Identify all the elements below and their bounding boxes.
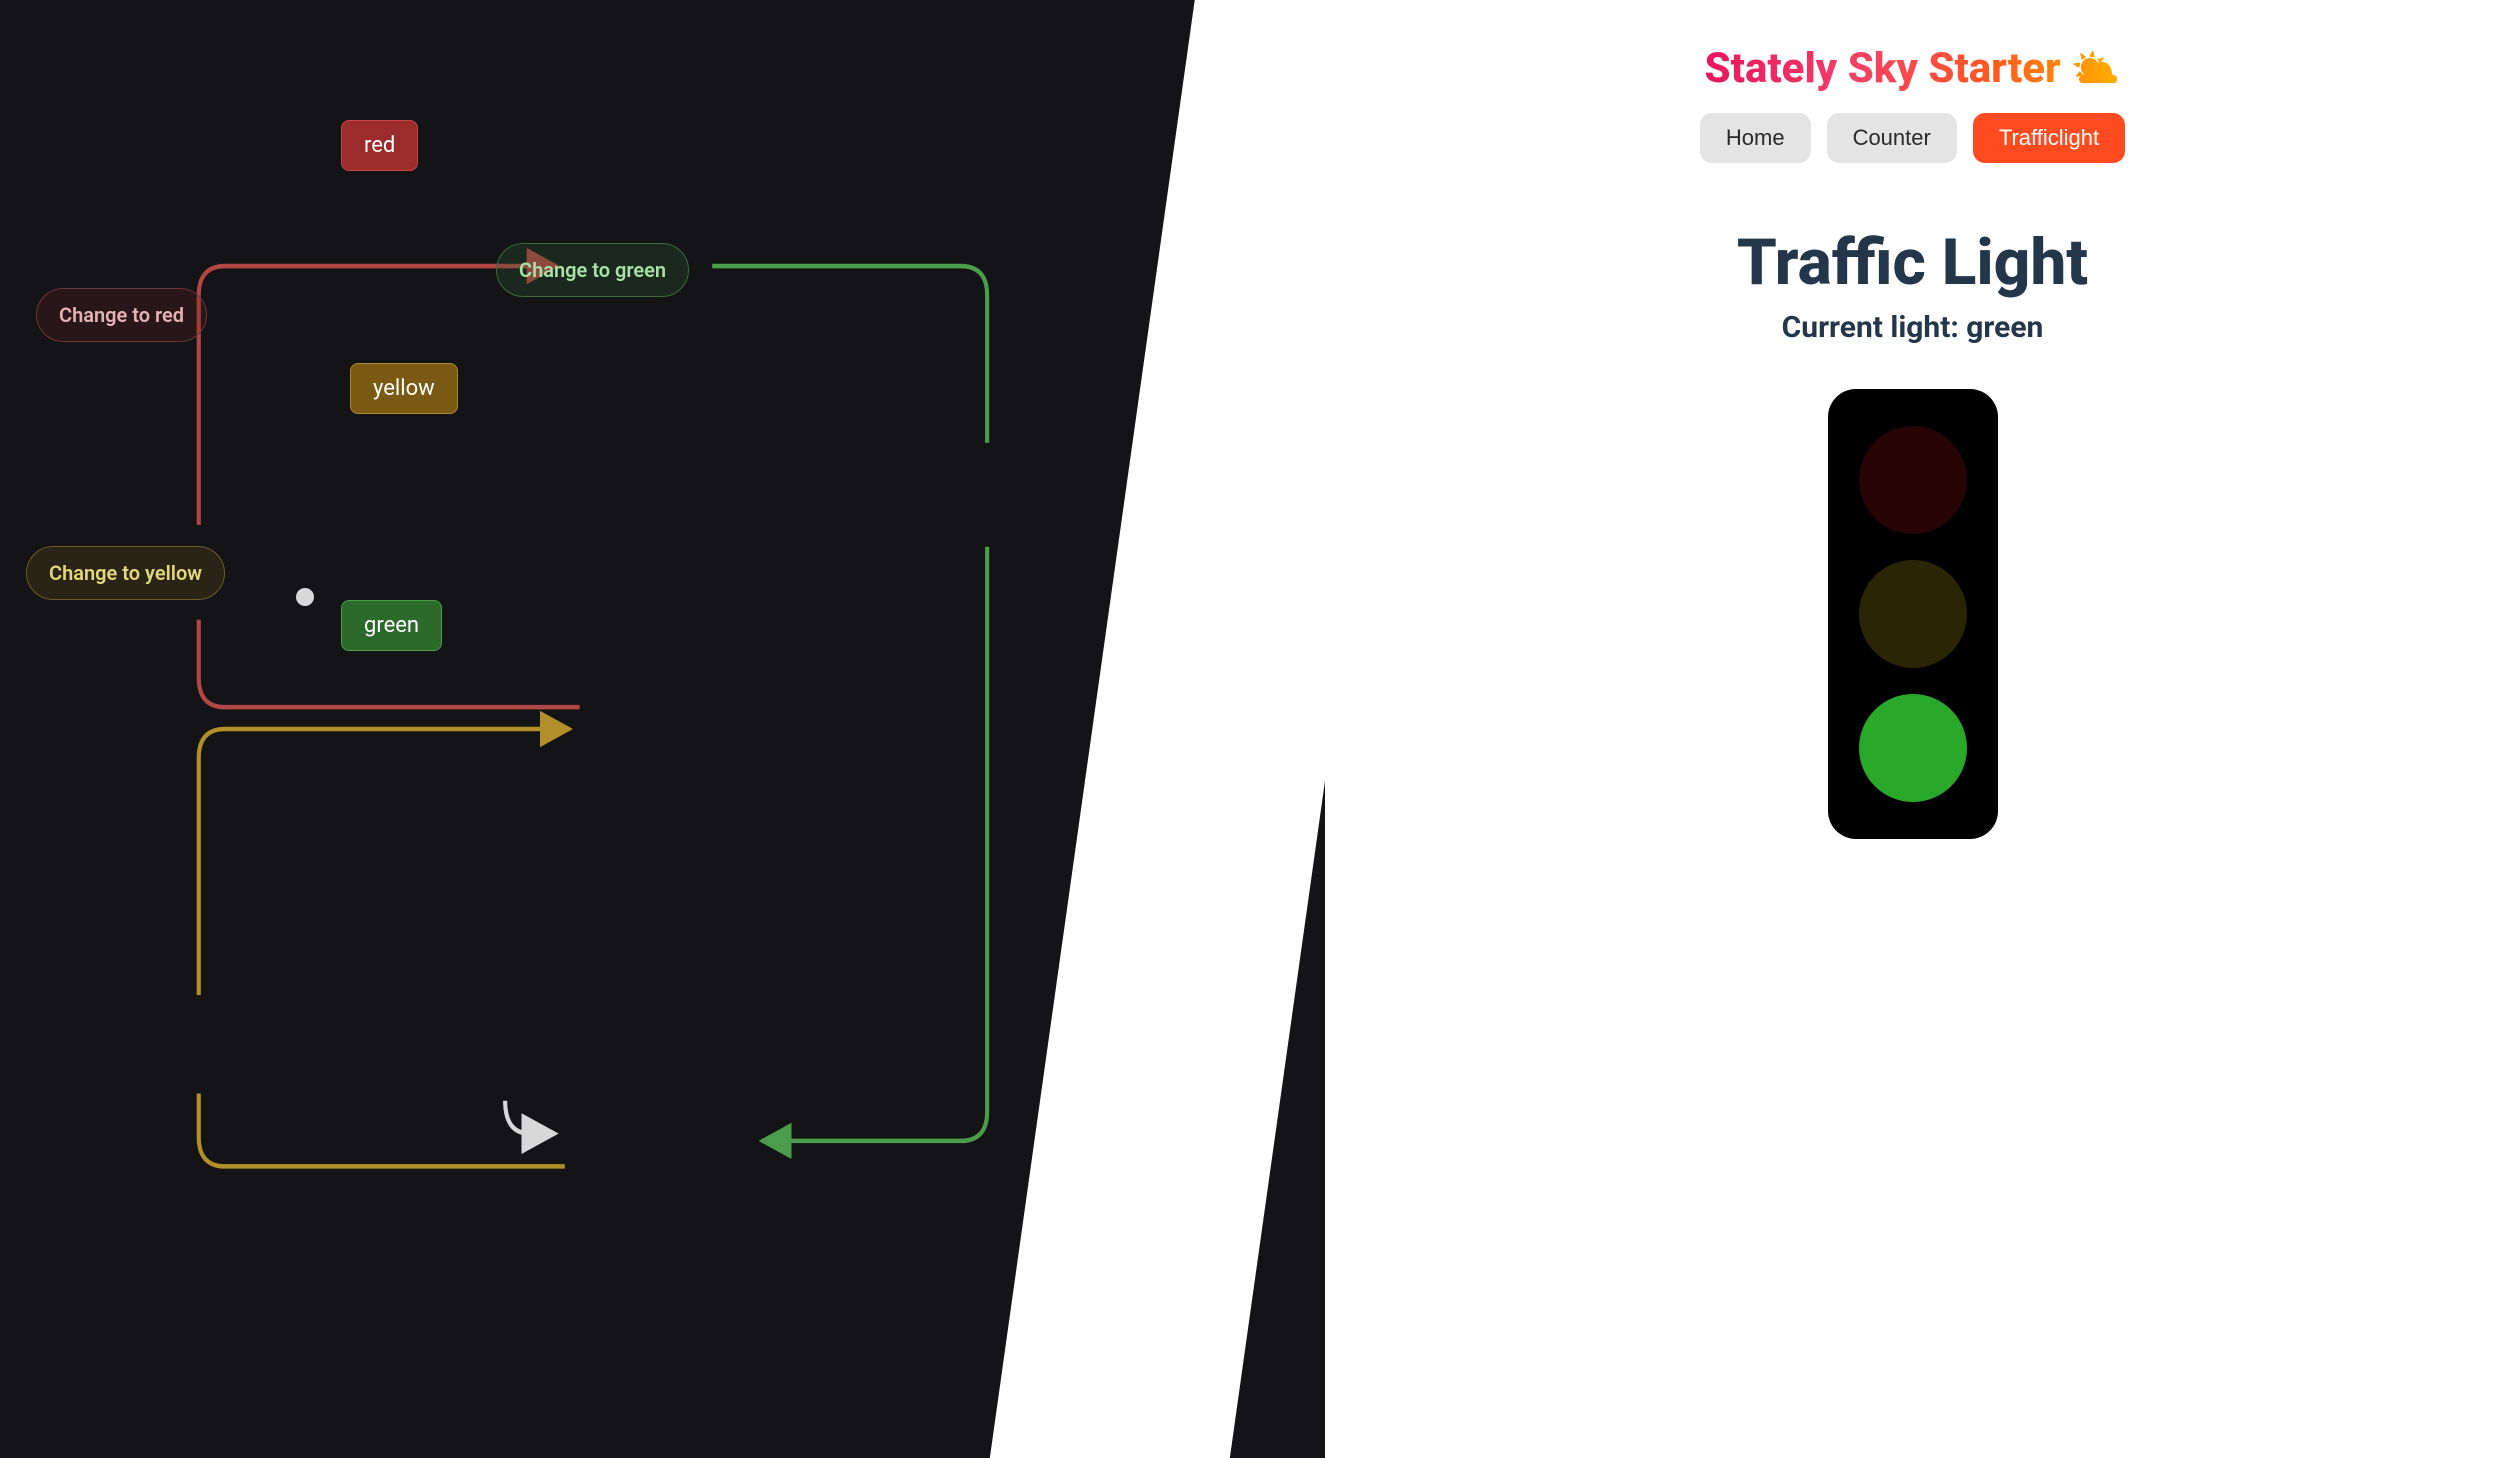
nav-tabs: Home Counter Trafficlight bbox=[1700, 113, 2125, 163]
state-label: yellow bbox=[373, 376, 435, 401]
state-label: red bbox=[364, 133, 395, 158]
nav-label: Home bbox=[1726, 125, 1785, 150]
transition-wires bbox=[0, 0, 1325, 1458]
nav-label: Trafficlight bbox=[1999, 125, 2099, 150]
state-node-green[interactable]: green bbox=[341, 600, 442, 651]
transition-change-to-red[interactable]: Change to red bbox=[36, 288, 207, 342]
state-diagram-panel: red yellow green Change to green Change … bbox=[0, 0, 1325, 1458]
app-title: Stately Sky Starter ⛅ bbox=[1705, 44, 2121, 93]
current-light-status: Current light: green bbox=[1782, 310, 2044, 345]
state-diagram[interactable]: red yellow green Change to green Change … bbox=[0, 0, 1325, 1458]
nav-item-trafficlight[interactable]: Trafficlight bbox=[1973, 113, 2125, 163]
app-title-text: Stately Sky Starter bbox=[1705, 44, 2061, 93]
nav-item-home[interactable]: Home bbox=[1700, 113, 1811, 163]
app-preview-panel: Stately Sky Starter ⛅ Home Counter Traff… bbox=[1325, 0, 2500, 1458]
state-node-red[interactable]: red bbox=[341, 120, 418, 171]
nav-label: Counter bbox=[1853, 125, 1931, 150]
light-green bbox=[1859, 694, 1967, 802]
nav-item-counter[interactable]: Counter bbox=[1827, 113, 1957, 163]
transition-label: Change to red bbox=[59, 303, 184, 327]
state-node-yellow[interactable]: yellow bbox=[350, 363, 458, 414]
page-heading: Traffic Light bbox=[1737, 225, 2088, 300]
state-label: green bbox=[364, 613, 419, 638]
traffic-light bbox=[1828, 389, 1998, 839]
transition-label: Change to yellow bbox=[49, 561, 202, 585]
transition-change-to-yellow[interactable]: Change to yellow bbox=[26, 546, 225, 600]
transition-label: Change to green bbox=[519, 258, 666, 282]
initial-state-marker bbox=[296, 588, 314, 606]
light-yellow bbox=[1859, 560, 1967, 668]
light-red bbox=[1859, 426, 1967, 534]
cloud-icon: ⛅ bbox=[2071, 45, 2121, 92]
transition-change-to-green[interactable]: Change to green bbox=[496, 243, 689, 297]
